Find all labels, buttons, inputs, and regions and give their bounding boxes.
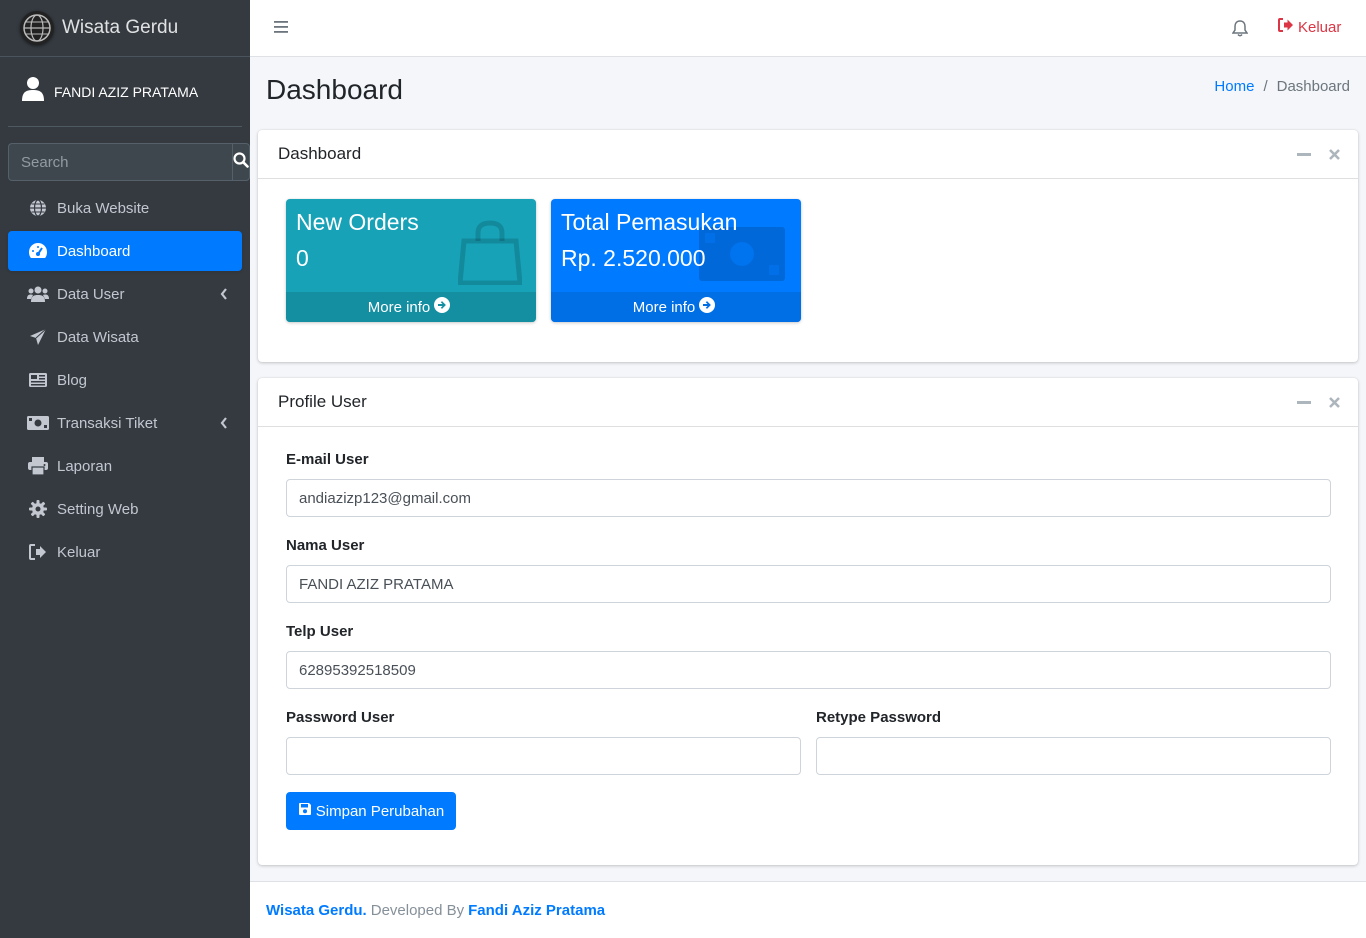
arrow-circle-right-icon (699, 297, 716, 317)
sidebar-item-label: Blog (57, 371, 88, 389)
retype-password-label: Retype Password (816, 709, 942, 726)
phone-label: Telp User (286, 623, 354, 640)
breadcrumb-current: Dashboard (1276, 78, 1350, 95)
newspaper-icon (26, 370, 50, 390)
save-label: Simpan Perubahan (315, 802, 445, 820)
brand-name: Wisata Gerdu (62, 17, 179, 38)
footer: Wisata Gerdu. Developed By Fandi Aziz Pr… (250, 881, 1366, 938)
page-title: Dashboard (266, 74, 403, 105)
box-title: New Orders (296, 209, 419, 235)
box-value: Rp. 2.520.000 (561, 245, 706, 271)
globe-logo-icon (20, 11, 54, 45)
close-icon[interactable] (1329, 397, 1340, 408)
email-field[interactable] (286, 479, 1331, 517)
user-name: FANDI AZIZ PRATAMA (54, 83, 199, 100)
sidebar-item-dashboard[interactable]: Dashboard (8, 231, 242, 271)
sidebar-item-label: Laporan (57, 457, 113, 475)
close-icon[interactable] (1329, 149, 1340, 160)
sidebar-item-label: Transaksi Tiket (57, 414, 158, 432)
sidebar-item-label: Keluar (57, 543, 101, 561)
minus-icon[interactable] (1297, 401, 1311, 404)
footer-author-link[interactable]: Fandi Aziz Pratama (468, 902, 605, 919)
sidebar-item-data-user[interactable]: Data User (8, 274, 242, 314)
sidebar-search (8, 143, 250, 181)
email-label: E-mail User (286, 451, 369, 468)
shopping-bag-icon (457, 219, 523, 290)
sidebar-item-buka-website[interactable]: Buka Website (8, 188, 242, 228)
phone-field[interactable] (286, 651, 1331, 689)
card-tools (1297, 397, 1340, 408)
chevron-left-icon (220, 416, 228, 433)
retype-password-field[interactable] (816, 737, 1331, 775)
sidebar-item-setting-web[interactable]: Setting Web (8, 489, 242, 529)
sidebar-item-blog[interactable]: Blog (8, 360, 242, 400)
breadcrumb: Home / Dashboard (1214, 78, 1350, 95)
brand-link[interactable]: Wisata Gerdu (0, 0, 250, 57)
sign-out-icon (26, 542, 50, 562)
total-pemasukan-box: Total Pemasukan Rp. 2.520.000 More info (551, 199, 801, 322)
print-icon (26, 456, 50, 476)
sign-out-icon (1278, 18, 1294, 36)
sidebar-item-transaksi-tiket[interactable]: Transaksi Tiket (8, 403, 242, 443)
sidebar-item-data-wisata[interactable]: Data Wisata (8, 317, 242, 357)
user-panel[interactable]: FANDI AZIZ PRATAMA (8, 57, 242, 127)
sidebar-item-label: Dashboard (57, 242, 131, 260)
users-icon (26, 284, 50, 304)
sidebar-search-button[interactable] (232, 143, 250, 181)
sidebar-item-laporan[interactable]: Laporan (8, 446, 242, 486)
card-title: Dashboard (278, 144, 362, 163)
logout-label: Keluar (1298, 18, 1342, 36)
tachometer-icon (26, 241, 50, 261)
cog-icon (26, 499, 50, 519)
paper-plane-icon (26, 327, 50, 347)
save-icon (298, 802, 312, 820)
footer-brand-link[interactable]: Wisata Gerdu. (266, 902, 367, 919)
money-bill-icon (26, 413, 50, 433)
more-info-link[interactable]: More info (551, 292, 801, 322)
footer-text: Developed By (370, 901, 465, 919)
card-tools (1297, 149, 1340, 160)
password-field[interactable] (286, 737, 801, 775)
dashboard-card: Dashboard New Orders 0 More info Total P… (258, 130, 1358, 362)
save-button[interactable]: Simpan Perubahan (286, 792, 456, 830)
name-label: Nama User (286, 537, 365, 554)
logout-link[interactable]: Keluar (1278, 18, 1341, 36)
breadcrumb-home-link[interactable]: Home (1214, 78, 1254, 95)
sidebar-search-input[interactable] (8, 143, 232, 181)
sidebar-item-label: Data Wisata (57, 328, 139, 346)
card-header: Profile User (258, 378, 1358, 427)
top-navbar: Keluar (250, 0, 1366, 57)
box-title: Total Pemasukan (561, 209, 738, 235)
sidebar-item-label: Data User (57, 285, 125, 303)
sidebar-item-label: Setting Web (57, 500, 139, 518)
new-orders-box: New Orders 0 More info (286, 199, 536, 322)
search-icon (233, 151, 249, 173)
minus-icon[interactable] (1297, 153, 1311, 156)
card-header: Dashboard (258, 130, 1358, 179)
menu-toggle-icon[interactable] (274, 20, 288, 39)
box-value: 0 (296, 245, 309, 271)
sidebar-item-label: Buka Website (57, 199, 150, 217)
globe-icon (26, 198, 50, 218)
sidebar: Wisata Gerdu FANDI AZIZ PRATAMA Search B… (0, 0, 250, 938)
profile-card: Profile User E-mail User Nama User Telp … (258, 378, 1358, 865)
more-info-label: More info (367, 298, 431, 316)
card-title: Profile User (278, 392, 367, 411)
chevron-left-icon (220, 287, 228, 304)
breadcrumb-separator: / (1263, 78, 1268, 95)
sidebar-item-keluar[interactable]: Keluar (8, 532, 242, 572)
more-info-link[interactable]: More info (286, 292, 536, 322)
arrow-circle-right-icon (434, 297, 451, 317)
sidebar-nav: Buka Website Dashboard Data User Data Wi… (8, 188, 242, 575)
name-field[interactable] (286, 565, 1331, 603)
bell-icon[interactable] (1231, 19, 1249, 42)
password-label: Password User (286, 709, 395, 726)
user-icon (22, 77, 44, 106)
more-info-label: More info (632, 298, 696, 316)
